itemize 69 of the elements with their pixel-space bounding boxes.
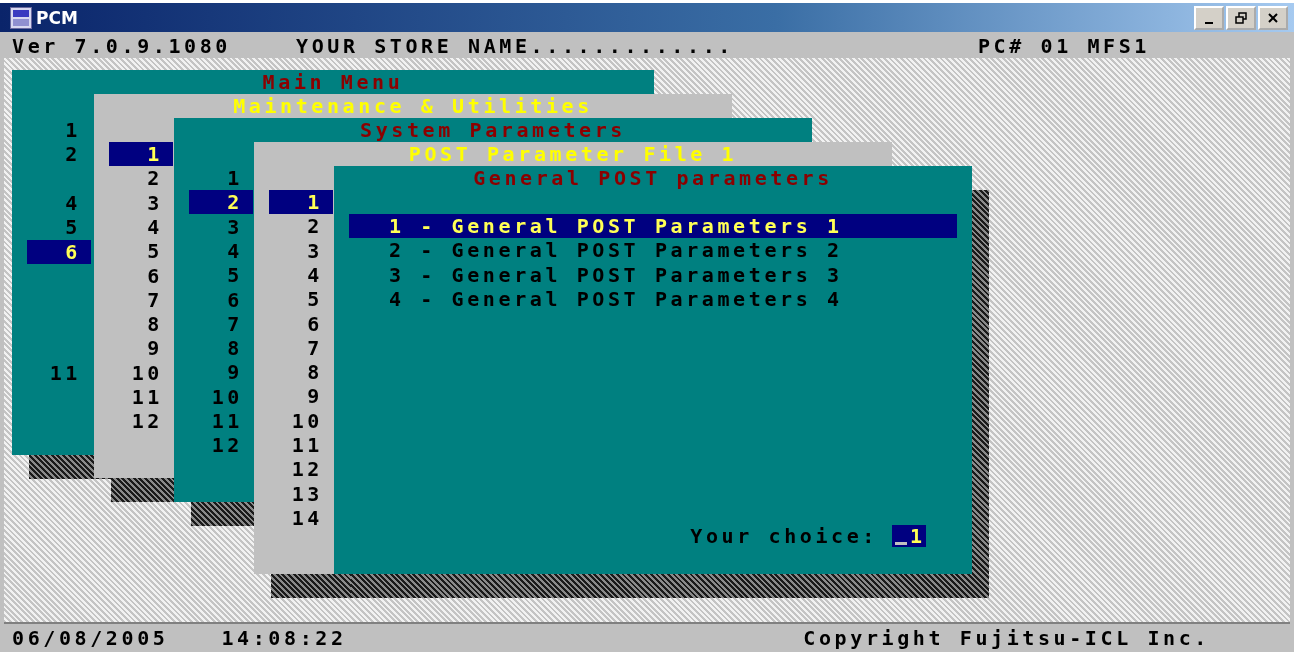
menu-item[interactable]: 12 [269,457,333,482]
menu-item[interactable]: 12 [109,409,173,434]
store-name: YOUR STORE NAME............. [296,34,734,58]
menu-title: General POST parameters [473,166,833,190]
menu-item[interactable]: 6 [27,239,91,264]
date-text: 06/08/2005 [12,626,169,650]
menu-item[interactable]: 11 [189,409,253,433]
menu-item[interactable]: 4 [109,214,173,239]
menu-item[interactable]: 2 [269,214,333,239]
menu-item[interactable]: 8 [189,336,253,361]
menu-item[interactable]: 10 [189,384,253,409]
menu-item[interactable]: 2 [27,142,91,167]
menu-item[interactable]: 3 - General POST Parameters 3 [349,262,957,287]
menu-item[interactable]: 1 [27,118,91,142]
menu-item[interactable]: 2 - General POST Parameters 2 [349,238,957,263]
menu-item[interactable]: 11 [269,433,333,457]
menu-item[interactable]: 12 [189,433,253,458]
menu-item[interactable]: 5 [109,239,173,264]
menu-item[interactable]: 4 - General POST Parameters 4 [349,286,957,311]
menu-item[interactable]: 9 [189,360,253,385]
menu-item[interactable]: 1 [109,142,173,166]
menu-item[interactable]: 7 [189,311,253,336]
menu-item[interactable]: 6 [109,263,173,288]
menu-item[interactable]: 5 [27,215,91,240]
restore-button[interactable] [1226,5,1256,30]
menu-item[interactable]: 2 [109,166,173,191]
menu-item[interactable]: 4 [189,238,253,263]
menu-item[interactable]: 10 [269,408,333,433]
window-title: PCM [36,7,78,28]
menu-item[interactable]: 11 [109,385,173,409]
menu-item[interactable]: 4 [27,190,91,215]
menu-item[interactable]: 3 [109,190,173,215]
restore-icon [1234,10,1248,25]
menu-item[interactable]: 9 [109,336,173,361]
minimize-button[interactable] [1194,5,1224,30]
choice-label: Your choice: [690,524,878,548]
close-button[interactable] [1258,5,1288,30]
menu-item[interactable]: 7 [109,287,173,312]
station-id: PC# 01 MFS1 [977,34,1150,58]
menu-item[interactable]: 13 [269,481,333,506]
menu-item[interactable]: 3 [269,238,333,263]
menu-item[interactable]: 14 [269,505,333,530]
copyright-text: Copyright Fujitsu-ICL Inc. [803,626,1210,650]
menu-item[interactable]: 6 [269,311,333,336]
menu-title: Main Menu [262,70,404,94]
menu-title: System Parameters [360,118,626,142]
menu-item[interactable]: 8 [109,312,173,337]
menu-item[interactable]: 9 [269,384,333,409]
version-text: Ver 7.0.9.1080 [12,34,231,58]
menu-item[interactable]: 7 [269,335,333,360]
menu-item[interactable]: 6 [189,287,253,312]
app-icon [10,6,32,29]
menu-item[interactable]: 5 [269,287,333,312]
menu-item[interactable]: 4 [269,262,333,287]
menu-item[interactable]: 3 [189,214,253,239]
choice-field[interactable]: 1 [892,525,926,547]
menu-item[interactable]: 1 [269,190,333,214]
menu-item[interactable]: 10 [109,360,173,385]
menu-item[interactable]: 1 - General POST Parameters 1 [349,214,957,238]
menu-item[interactable]: 2 [189,190,253,215]
menu-title: POST Parameter File 1 [408,142,738,166]
menu-title: Maintenance & Utilities [233,94,593,118]
menu-item[interactable]: 11 [27,361,91,385]
menu-item[interactable]: 5 [189,263,253,288]
menu-item[interactable]: 8 [269,360,333,385]
time-text: 14:08:22 [221,626,347,650]
minimize-icon [1205,21,1213,24]
close-icon [1266,10,1280,25]
menu-item[interactable]: 1 [189,166,253,190]
